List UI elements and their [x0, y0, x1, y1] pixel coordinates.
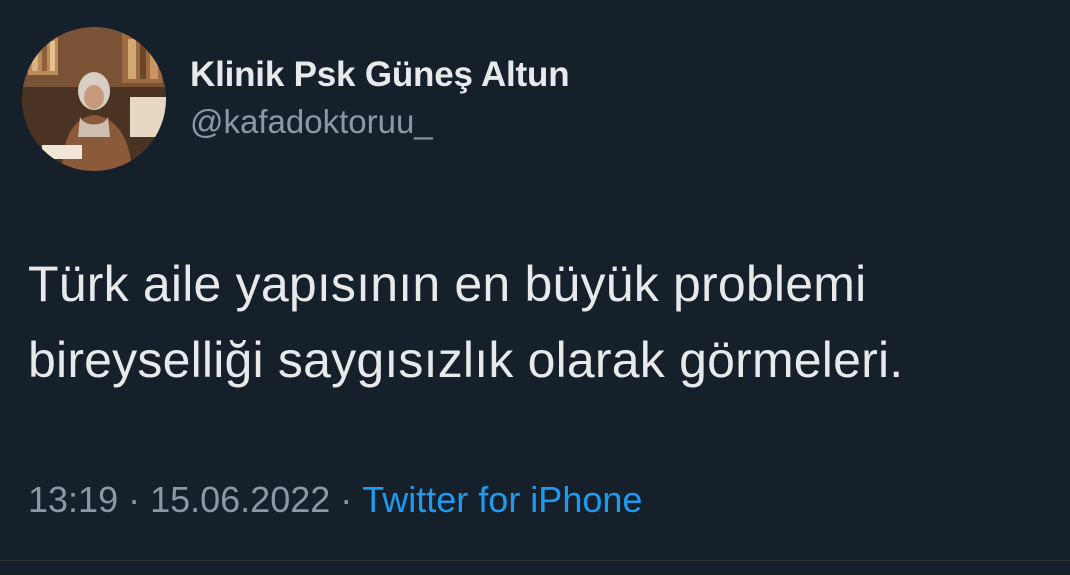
meta-separator: ·: [128, 479, 141, 520]
tweet-text: Türk aile yapısının en büyük problemi bi…: [28, 246, 1058, 398]
tweet-card: Klinik Psk Güneş Altun @kafadoktoruu_ Tü…: [0, 0, 1070, 575]
tweet-source-link[interactable]: Twitter for iPhone: [362, 479, 642, 520]
user-info: Klinik Psk Güneş Altun @kafadoktoruu_: [190, 54, 570, 142]
avatar[interactable]: [22, 27, 166, 171]
tweet-text-line: bireyselliği saygısızlık olarak görmeler…: [28, 332, 904, 388]
profile-photo-icon: [22, 27, 166, 171]
tweet-metadata: 13:19 · 15.06.2022 · Twitter for iPhone: [28, 478, 642, 522]
meta-separator: ·: [340, 479, 353, 520]
user-handle[interactable]: @kafadoktoruu_: [190, 102, 569, 142]
divider: [0, 560, 1070, 561]
tweet-text-line: Türk aile yapısının en büyük problemi: [28, 256, 867, 312]
tweet-date[interactable]: 15.06.2022: [150, 479, 330, 520]
display-name[interactable]: Klinik Psk Güneş Altun: [190, 54, 570, 96]
tweet-time[interactable]: 13:19: [28, 479, 118, 520]
